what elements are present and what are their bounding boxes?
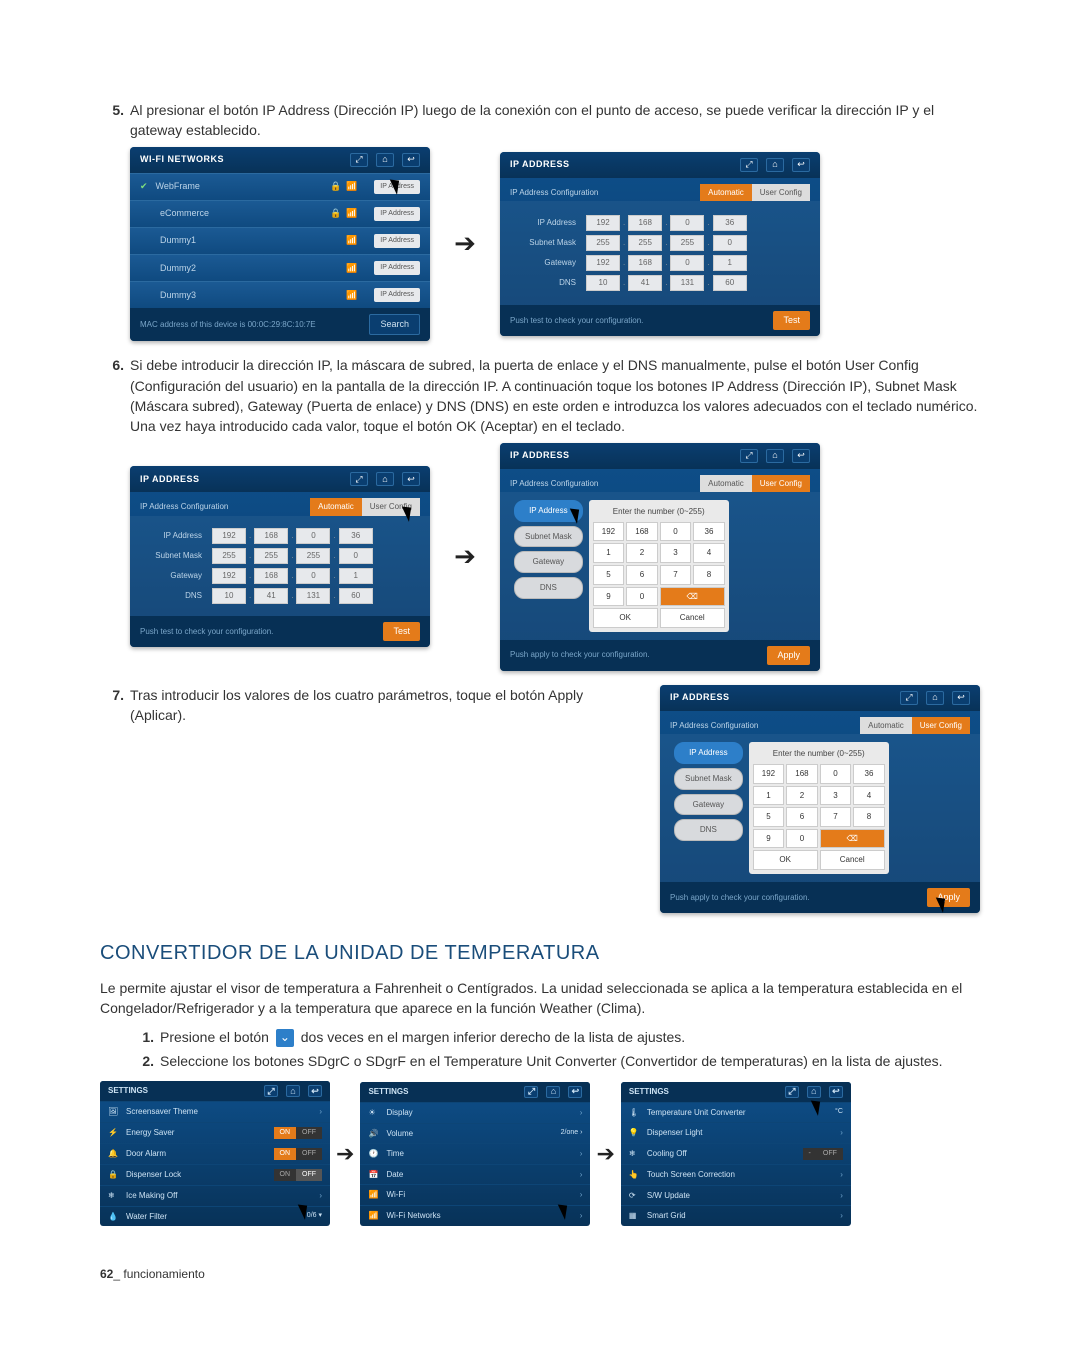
home-icon[interactable]: ⌂ bbox=[766, 158, 784, 172]
arrow-icon: ➔ bbox=[334, 1138, 356, 1170]
wifi-item-3[interactable]: Dummy2 📶IP Address bbox=[130, 254, 430, 281]
filter-icon: 💧 bbox=[108, 1211, 120, 1223]
step-5-text: Al presionar el botón IP Address (Direcc… bbox=[130, 100, 980, 141]
settings-item[interactable]: ❄Ice Making Off› bbox=[100, 1185, 330, 1206]
expand-icon[interactable]: ⤢ bbox=[740, 158, 758, 172]
settings-item[interactable]: ⚡Energy SaverONOFF bbox=[100, 1122, 330, 1143]
lock-icon: 🔒 bbox=[108, 1169, 120, 1181]
wifi-signal-icon: 📶 bbox=[346, 234, 358, 247]
date-icon: 📅 bbox=[368, 1169, 380, 1181]
wifi-networks-icon: 📶 bbox=[368, 1210, 380, 1222]
time-icon: 🕐 bbox=[368, 1148, 380, 1160]
section-title: CONVERTIDOR DE LA UNIDAD DE TEMPERATURA bbox=[100, 939, 980, 968]
wifi-item-1[interactable]: eCommerce 🔒📶IP Address bbox=[130, 200, 430, 227]
apply-button[interactable]: Apply bbox=[767, 646, 810, 665]
back-icon[interactable]: ↩ bbox=[402, 153, 420, 167]
keypad-3[interactable]: 3 bbox=[660, 543, 692, 563]
settings-item[interactable]: 🔒Dispenser LockONOFF bbox=[100, 1164, 330, 1185]
ip-address-panel-automatic: IP ADDRESS ⤢ ⌂ ↩ IP Address Configuratio… bbox=[500, 152, 820, 337]
keypad-cancel[interactable]: Cancel bbox=[660, 608, 725, 628]
display-icon: ☀ bbox=[368, 1107, 380, 1119]
lock-icon: 🔒 bbox=[330, 207, 340, 220]
keypad-8[interactable]: 8 bbox=[693, 565, 725, 585]
tab-user-config[interactable]: User Config bbox=[752, 184, 810, 202]
grid-icon: ▦ bbox=[629, 1210, 641, 1222]
page-footer: 62_ funcionamiento bbox=[100, 1266, 980, 1283]
settings-panel-2: SETTINGS⤢⌂↩ ☀Display› 🔊Volume2/one › 🕐Ti… bbox=[360, 1082, 590, 1226]
ip-address-button[interactable]: IP Address bbox=[374, 180, 420, 194]
ice-icon: ❄ bbox=[108, 1190, 120, 1202]
keypad-4[interactable]: 4 bbox=[693, 543, 725, 563]
numeric-keypad: Enter the number (0~255) 192 168 0 36 1 … bbox=[589, 500, 729, 632]
step-6: 6. Si debe introducir la dirección IP, l… bbox=[100, 355, 980, 436]
wifi-panel-title: WI-FI NETWORKS bbox=[140, 153, 224, 166]
volume-icon: 🔊 bbox=[368, 1128, 380, 1140]
mac-address-text: MAC address of this device is 00:0C:29:8… bbox=[140, 319, 316, 331]
expand-icon[interactable]: ⤢ bbox=[350, 153, 368, 167]
step-7: 7. Tras introducir los valores de los cu… bbox=[100, 685, 630, 726]
keypad-0[interactable]: 0 bbox=[626, 587, 658, 607]
keypad-9[interactable]: 9 bbox=[593, 587, 625, 607]
sub-step-1: 1. Presione el botón ⌄ dos veces en el m… bbox=[130, 1027, 980, 1047]
settings-item[interactable]: 🖼Screensaver Theme› bbox=[100, 1101, 330, 1122]
keypad-1[interactable]: 1 bbox=[593, 543, 625, 563]
alarm-icon: 🔔 bbox=[108, 1148, 120, 1160]
settings-panel-3: SETTINGS⤢⌂↩ 🌡Temperature Unit Converter°… bbox=[621, 1082, 851, 1226]
gateway-side-button[interactable]: Gateway bbox=[514, 551, 583, 573]
tab-automatic[interactable]: Automatic bbox=[700, 184, 752, 202]
apply-button[interactable]: Apply bbox=[927, 888, 970, 907]
wifi-item-0[interactable]: ✔WebFrame 🔒📶IP Address bbox=[130, 173, 430, 200]
chevron-down-icon: ⌄ bbox=[276, 1029, 294, 1047]
wifi-signal-icon: 📶 bbox=[346, 180, 358, 193]
ip-address-panel-keypad: IP ADDRESS ⤢⌂↩ IP Address Configuration … bbox=[500, 443, 820, 671]
keypad-6[interactable]: 6 bbox=[626, 565, 658, 585]
cooling-icon: ❄ bbox=[629, 1148, 641, 1160]
ip-address-panel-apply: IP ADDRESS ⤢⌂↩ IP Address Configuration … bbox=[660, 685, 980, 913]
wifi-signal-icon: 📶 bbox=[346, 207, 358, 220]
keypad-ok[interactable]: OK bbox=[593, 608, 658, 628]
settings-item[interactable]: 🔔Door AlarmONOFF bbox=[100, 1143, 330, 1164]
settings-panels-row: SETTINGS⤢⌂↩ 🖼Screensaver Theme› ⚡Energy … bbox=[100, 1081, 980, 1226]
step-5-number: 5. bbox=[100, 100, 124, 141]
back-icon[interactable]: ↩ bbox=[792, 158, 810, 172]
ip-address-side-button[interactable]: IP Address bbox=[514, 500, 583, 522]
wifi-signal-icon: 📶 bbox=[346, 262, 358, 275]
wifi-item-2[interactable]: Dummy1 📶IP Address bbox=[130, 227, 430, 254]
ip-address-panel-tab: IP ADDRESS ⤢⌂↩ IP Address Configuration … bbox=[130, 466, 430, 647]
update-icon: ⟳ bbox=[629, 1190, 641, 1202]
wifi-networks-panel: WI-FI NETWORKS ⤢ ⌂ ↩ ✔WebFrame 🔒📶IP Addr… bbox=[130, 147, 430, 342]
figure-row-step6: IP ADDRESS ⤢⌂↩ IP Address Configuration … bbox=[130, 443, 980, 671]
subnet-mask-side-button[interactable]: Subnet Mask bbox=[514, 526, 583, 548]
sub-step-2: 2. Seleccione los botones SDgrC o SDgrF … bbox=[130, 1051, 980, 1071]
touch-icon: 👆 bbox=[629, 1169, 641, 1181]
figure-row-step5: WI-FI NETWORKS ⤢ ⌂ ↩ ✔WebFrame 🔒📶IP Addr… bbox=[130, 147, 980, 342]
step-5: 5. Al presionar el botón IP Address (Dir… bbox=[100, 100, 980, 141]
settings-item[interactable]: 💧Water Filter0/6 ▾ bbox=[100, 1206, 330, 1227]
keypad-5[interactable]: 5 bbox=[593, 565, 625, 585]
dns-side-button[interactable]: DNS bbox=[514, 577, 583, 599]
figure-row-step7: 7. Tras introducir los valores de los cu… bbox=[100, 685, 980, 913]
keypad-2[interactable]: 2 bbox=[626, 543, 658, 563]
arrow-icon: ➔ bbox=[594, 1138, 616, 1170]
section-intro: Le permite ajustar el visor de temperatu… bbox=[100, 978, 980, 1019]
screensaver-icon: 🖼 bbox=[108, 1106, 120, 1118]
energy-icon: ⚡ bbox=[108, 1127, 120, 1139]
keypad-7[interactable]: 7 bbox=[660, 565, 692, 585]
wifi-signal-icon: 📶 bbox=[346, 289, 358, 302]
search-button[interactable]: Search bbox=[369, 314, 420, 335]
settings-panel-1: SETTINGS⤢⌂↩ 🖼Screensaver Theme› ⚡Energy … bbox=[100, 1081, 330, 1226]
arrow-icon: ➔ bbox=[430, 538, 500, 576]
wifi-icon: 📶 bbox=[368, 1189, 380, 1201]
light-icon: 💡 bbox=[629, 1127, 641, 1139]
thermometer-icon: 🌡 bbox=[629, 1107, 641, 1119]
lock-icon: 🔒 bbox=[330, 180, 340, 193]
arrow-icon: ➔ bbox=[430, 225, 500, 263]
keypad-backspace[interactable]: ⌫ bbox=[660, 587, 725, 607]
wifi-item-4[interactable]: Dummy3 📶IP Address bbox=[130, 281, 430, 308]
home-icon[interactable]: ⌂ bbox=[376, 153, 394, 167]
test-button[interactable]: Test bbox=[773, 311, 810, 330]
